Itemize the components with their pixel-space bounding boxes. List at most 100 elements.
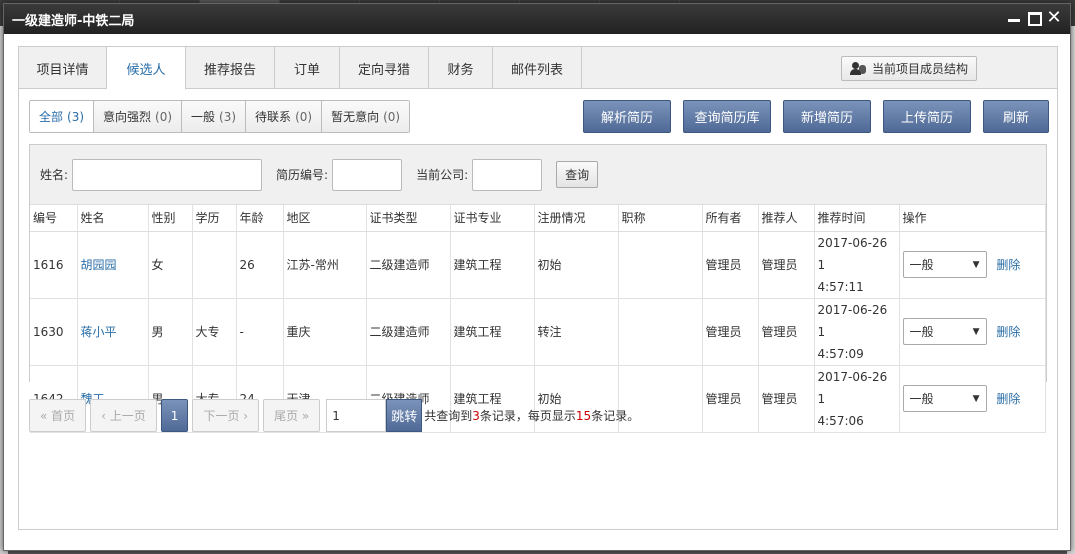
tab-project-details[interactable]: 项目详情 bbox=[19, 47, 107, 89]
first-page-button[interactable]: « 首页 bbox=[29, 399, 87, 432]
col-name: 姓名 bbox=[77, 205, 149, 232]
cell-referrer: 管理员 bbox=[758, 298, 815, 366]
company-input[interactable] bbox=[472, 158, 543, 191]
cell-recommend-time: 2017-06-26 1 4:57:09 bbox=[814, 298, 900, 366]
dialog-title: 一级建造师-中铁二局 bbox=[12, 13, 135, 29]
cell-cert-major: 建筑工程 bbox=[450, 298, 535, 366]
filter-normal[interactable]: 一般 (3) bbox=[182, 101, 247, 132]
cell-recommend-time: 2017-06-26 1 4:57:06 bbox=[814, 365, 900, 433]
cell-gender: 女 bbox=[148, 231, 193, 299]
cell-owner: 管理员 bbox=[702, 298, 759, 366]
delete-link[interactable]: 删除 bbox=[996, 392, 1020, 406]
resume-no-input[interactable] bbox=[332, 158, 403, 191]
cell-age: 26 bbox=[236, 231, 284, 299]
cell-operation: 一般 ▼ 删除 bbox=[899, 365, 1046, 433]
close-icon[interactable]: ✕ bbox=[1046, 9, 1062, 27]
cell-owner: 管理员 bbox=[702, 365, 759, 433]
col-region: 地区 bbox=[283, 205, 367, 232]
filter-no-intent[interactable]: 暂无意向 (0) bbox=[322, 101, 410, 132]
col-registration: 注册情况 bbox=[534, 205, 619, 232]
total-count: 3 bbox=[472, 409, 480, 423]
candidates-panel: 项目详情 候选人 推荐报告 订单 定向寻猎 财务 邮件列表 当前项目成员结构 全… bbox=[18, 46, 1058, 530]
users-icon bbox=[849, 62, 866, 75]
col-title: 职称 bbox=[618, 205, 703, 232]
col-education: 学历 bbox=[192, 205, 237, 232]
table-row: 1616 胡园园 女 26 江苏-常州 二级建造师 建筑工程 初始 管理员 管理… bbox=[30, 231, 1046, 299]
filter-strong-intent[interactable]: 意向强烈 (0) bbox=[94, 101, 183, 132]
search-and-results: 姓名: 简历编号: 当前公司: 查询 编号 姓名 性别 学历 年龄 地区 证书类… bbox=[29, 144, 1047, 433]
chevron-down-icon: ▼ bbox=[972, 393, 980, 404]
company-label: 当前公司: bbox=[416, 168, 469, 182]
col-referrer: 推荐人 bbox=[758, 205, 815, 232]
table-header: 编号 姓名 性别 学历 年龄 地区 证书类型 证书专业 注册情况 职称 所有者 … bbox=[30, 205, 1046, 232]
cell-education: 大专 bbox=[192, 298, 237, 366]
add-resume-button[interactable]: 新增简历 bbox=[783, 100, 871, 133]
cell-referrer: 管理员 bbox=[758, 365, 815, 433]
chevron-down-icon: ▼ bbox=[972, 259, 980, 270]
tab-targeted-hunting[interactable]: 定向寻猎 bbox=[340, 47, 429, 89]
name-input[interactable] bbox=[72, 158, 263, 191]
cell-operation: 一般 ▼ 删除 bbox=[899, 231, 1046, 299]
filter-all[interactable]: 全部 (3) bbox=[30, 101, 95, 132]
tab-recommend-report[interactable]: 推荐报告 bbox=[186, 47, 275, 89]
cell-id: 1630 bbox=[30, 298, 78, 366]
delete-link[interactable]: 删除 bbox=[996, 325, 1020, 339]
col-recommend-time: 推荐时间 bbox=[814, 205, 900, 232]
jump-page-input[interactable]: 1 bbox=[326, 399, 387, 432]
table-row: 1630 蒋小平 男 大专 - 重庆 二级建造师 建筑工程 转注 管理员 管理员… bbox=[30, 298, 1046, 366]
name-label: 姓名: bbox=[40, 168, 69, 182]
cell-cert-type: 二级建造师 bbox=[366, 231, 451, 299]
maximize-icon[interactable] bbox=[1026, 10, 1042, 26]
next-page-button[interactable]: 下一页 › bbox=[192, 399, 260, 432]
cell-cert-type: 二级建造师 bbox=[366, 298, 451, 366]
cell-id: 1616 bbox=[30, 231, 78, 299]
query-button[interactable]: 查询 bbox=[556, 161, 599, 188]
per-page-count: 15 bbox=[575, 409, 592, 423]
col-operation: 操作 bbox=[899, 205, 1046, 232]
tab-candidates[interactable]: 候选人 bbox=[107, 47, 186, 90]
current-page-button[interactable]: 1 bbox=[160, 399, 189, 432]
jump-button[interactable]: 跳转 bbox=[386, 399, 423, 432]
cell-owner: 管理员 bbox=[702, 231, 759, 299]
prev-page-button[interactable]: ‹ 上一页 bbox=[90, 399, 157, 432]
status-select[interactable]: 一般 ▼ bbox=[902, 251, 987, 278]
cell-recommend-time: 2017-06-26 1 4:57:11 bbox=[814, 231, 900, 299]
cell-title bbox=[618, 298, 703, 366]
tab-finance[interactable]: 财务 bbox=[429, 47, 493, 89]
filter-to-contact[interactable]: 待联系 (0) bbox=[246, 101, 323, 132]
cell-cert-major: 建筑工程 bbox=[450, 231, 535, 299]
col-cert-major: 证书专业 bbox=[450, 205, 535, 232]
last-page-button[interactable]: 尾页 » bbox=[263, 399, 321, 432]
cell-gender: 男 bbox=[148, 298, 193, 366]
cell-title bbox=[618, 231, 703, 299]
record-summary: 共查询到3条记录，每页显示15条记录。 bbox=[424, 409, 640, 423]
col-cert-type: 证书类型 bbox=[366, 205, 451, 232]
delete-link[interactable]: 删除 bbox=[996, 258, 1020, 272]
member-structure-button[interactable]: 当前项目成员结构 bbox=[840, 56, 977, 81]
query-resume-db-button[interactable]: 查询简历库 bbox=[683, 100, 771, 133]
project-dialog: 一级建造师-中铁二局 ✕ 项目详情 候选人 推荐报告 订单 定向寻猎 财务 邮件… bbox=[3, 3, 1071, 551]
candidate-name-link[interactable]: 胡园园 bbox=[77, 231, 149, 299]
action-buttons: 解析简历 查询简历库 新增简历 上传简历 刷新 bbox=[583, 100, 1049, 133]
tab-orders[interactable]: 订单 bbox=[275, 47, 340, 89]
pagination: « 首页 ‹ 上一页 1 下一页 › 尾页 » 1 跳转 共查询到3条记录，每页… bbox=[29, 399, 639, 432]
candidate-name-link[interactable]: 蒋小平 bbox=[77, 298, 149, 366]
cell-age: - bbox=[236, 298, 284, 366]
minimize-icon[interactable] bbox=[1006, 10, 1022, 26]
refresh-button[interactable]: 刷新 bbox=[983, 100, 1049, 133]
cell-registration: 转注 bbox=[534, 298, 619, 366]
upload-resume-button[interactable]: 上传简历 bbox=[883, 100, 971, 133]
status-select[interactable]: 一般 ▼ bbox=[902, 318, 987, 345]
cell-operation: 一般 ▼ 删除 bbox=[899, 298, 1046, 366]
chevron-down-icon: ▼ bbox=[972, 326, 980, 337]
parse-resume-button[interactable]: 解析简历 bbox=[583, 100, 671, 133]
cell-region: 江苏-常州 bbox=[283, 231, 367, 299]
resume-no-label: 简历编号: bbox=[276, 168, 329, 182]
cell-referrer: 管理员 bbox=[758, 231, 815, 299]
col-age: 年龄 bbox=[236, 205, 284, 232]
status-select[interactable]: 一般 ▼ bbox=[902, 385, 987, 412]
dialog-titlebar[interactable]: 一级建造师-中铁二局 ✕ bbox=[4, 4, 1070, 34]
col-gender: 性别 bbox=[148, 205, 193, 232]
tab-mail-list[interactable]: 邮件列表 bbox=[493, 47, 582, 89]
cell-region: 重庆 bbox=[283, 298, 367, 366]
